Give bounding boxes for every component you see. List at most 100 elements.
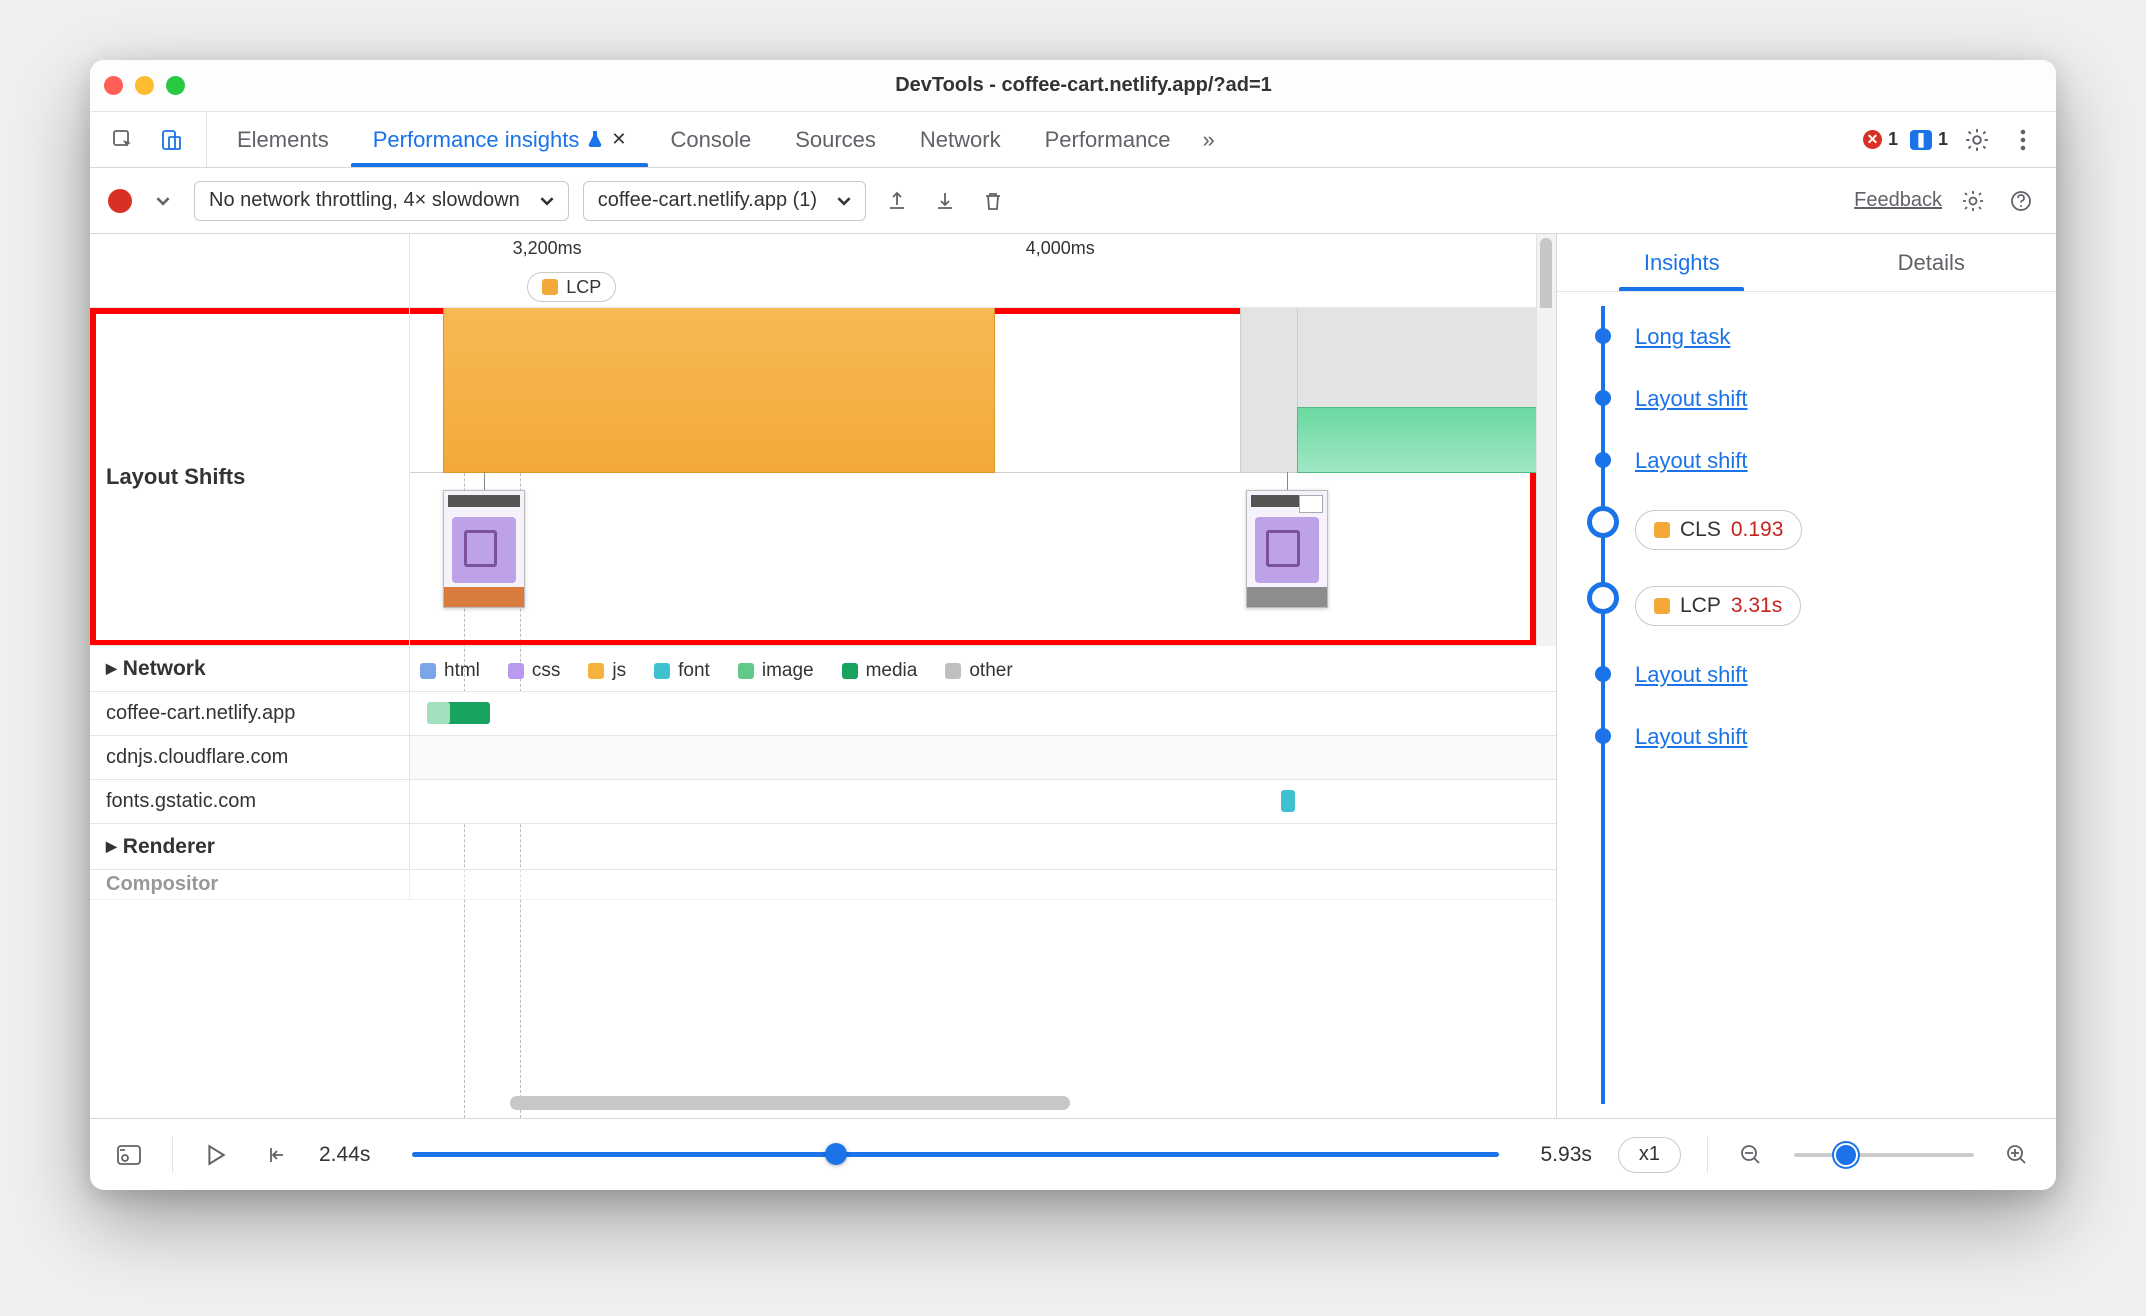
insight-long-task-link[interactable]: Long task — [1635, 324, 1730, 349]
insight-layout-shift-link[interactable]: Layout shift — [1635, 386, 1748, 411]
tab-network[interactable]: Network — [898, 112, 1023, 167]
lcp-marker-pill[interactable]: LCP — [527, 272, 616, 302]
playback-start-time: 2.44s — [319, 1143, 370, 1167]
layout-shift-thumbnail[interactable] — [443, 490, 525, 608]
throttling-label: No network throttling, 4× slowdown — [209, 189, 520, 212]
renderer-track-header[interactable]: ▶Renderer — [90, 824, 1556, 870]
record-button[interactable] — [108, 189, 132, 213]
close-tab-icon[interactable]: ✕ — [611, 129, 626, 150]
ruler-tick: 3,200ms — [513, 238, 582, 259]
jump-to-start-button[interactable] — [259, 1138, 293, 1172]
cls-value: 0.193 — [1731, 518, 1784, 542]
messages-badge[interactable]: ❚1 — [1910, 129, 1948, 150]
tab-performance[interactable]: Performance — [1023, 112, 1193, 167]
legend-media: media — [842, 660, 918, 682]
layout-shift-thumbnail[interactable] — [1246, 490, 1328, 608]
compositor-label: Compositor — [90, 870, 410, 899]
insights-toolbar: No network throttling, 4× slowdown coffe… — [90, 168, 2056, 234]
minimize-window-icon[interactable] — [135, 76, 154, 95]
legend-js: js — [588, 660, 626, 682]
flask-icon — [587, 127, 603, 153]
throttling-select[interactable]: No network throttling, 4× slowdown — [194, 181, 569, 221]
errors-badge[interactable]: ✕1 — [1863, 129, 1898, 150]
horizontal-scrollbar[interactable] — [430, 1096, 1536, 1114]
delete-icon[interactable] — [976, 184, 1010, 218]
legend-other: other — [945, 660, 1012, 682]
network-track-header[interactable]: ▶Network html css js font image media ot… — [90, 646, 1556, 692]
play-button[interactable] — [199, 1138, 233, 1172]
host-label: coffee-cart.netlify.app — [90, 692, 410, 735]
tab-details[interactable]: Details — [1807, 234, 2057, 291]
insight-cls-pill[interactable]: CLS 0.193 — [1635, 510, 1802, 550]
lcp-value: 3.31s — [1731, 594, 1782, 618]
traffic-lights — [104, 76, 185, 95]
time-ruler[interactable]: 3,200ms 4,000ms 4,800ms LCP — [90, 234, 1556, 308]
host-label: cdnjs.cloudflare.com — [90, 736, 410, 779]
recording-select[interactable]: coffee-cart.netlify.app (1) — [583, 181, 866, 221]
insights-sidebar: Insights Details Long task Layout shift … — [1556, 234, 2056, 1118]
settings-gear-icon[interactable] — [1960, 123, 1994, 157]
timeline-panel: 3,200ms 4,000ms 4,800ms LCP Layout Shift… — [90, 234, 1556, 1118]
network-request-bar[interactable] — [1281, 790, 1295, 812]
tab-sources[interactable]: Sources — [773, 112, 898, 167]
import-icon[interactable] — [928, 184, 962, 218]
network-request-bar[interactable] — [427, 702, 450, 724]
tablist: Elements Performance insights ✕ Console … — [215, 112, 1855, 167]
network-host-row[interactable]: cdnjs.cloudflare.com — [90, 736, 1556, 780]
chevron-down-icon — [540, 189, 554, 212]
tab-elements[interactable]: Elements — [215, 112, 351, 167]
tab-label: Performance insights — [373, 127, 580, 153]
lcp-label: LCP — [1680, 594, 1721, 618]
tab-performance-insights[interactable]: Performance insights ✕ — [351, 112, 649, 167]
ruler-tick: 4,000ms — [1026, 238, 1095, 259]
tracks-area: Layout Shifts — [90, 308, 1556, 1118]
zoom-slider[interactable] — [1794, 1153, 1974, 1157]
legend-html: html — [420, 660, 480, 682]
window-title: DevTools - coffee-cart.netlify.app/?ad=1 — [185, 74, 1982, 97]
lcp-swatch-icon — [542, 279, 558, 295]
track-label: Layout Shifts — [90, 308, 410, 645]
more-tabs-button[interactable]: » — [1193, 112, 1225, 167]
vertical-scrollbar[interactable] — [1536, 234, 1556, 308]
network-request-bar[interactable] — [444, 702, 490, 724]
screenshot-toggle-icon[interactable] — [112, 1138, 146, 1172]
insight-layout-shift-link[interactable]: Layout shift — [1635, 662, 1748, 687]
playback-speed-pill[interactable]: x1 — [1618, 1137, 1681, 1173]
vertical-scrollbar[interactable] — [1536, 308, 1556, 646]
close-window-icon[interactable] — [104, 76, 123, 95]
devtools-window: DevTools - coffee-cart.netlify.app/?ad=1… — [90, 60, 2056, 1190]
lcp-label: LCP — [566, 277, 601, 298]
tab-console[interactable]: Console — [648, 112, 773, 167]
network-host-row[interactable]: fonts.gstatic.com — [90, 780, 1556, 824]
help-icon[interactable] — [2004, 184, 2038, 218]
record-menu-caret[interactable] — [146, 184, 180, 218]
cls-label: CLS — [1680, 518, 1721, 542]
device-toolbar-icon[interactable] — [154, 123, 188, 157]
zoom-window-icon[interactable] — [166, 76, 185, 95]
export-icon[interactable] — [880, 184, 914, 218]
inspect-element-icon[interactable] — [106, 123, 140, 157]
insight-layout-shift-link[interactable]: Layout shift — [1635, 724, 1748, 749]
titlebar: DevTools - coffee-cart.netlify.app/?ad=1 — [90, 60, 2056, 112]
network-host-row[interactable]: coffee-cart.netlify.app — [90, 692, 1556, 736]
legend-font: font — [654, 660, 710, 682]
recording-label: coffee-cart.netlify.app (1) — [598, 189, 817, 212]
panel-tabstrip: Elements Performance insights ✕ Console … — [90, 112, 2056, 168]
zoom-out-icon[interactable] — [1734, 1138, 1768, 1172]
insight-layout-shift-link[interactable]: Layout shift — [1635, 448, 1748, 473]
feedback-link[interactable]: Feedback — [1854, 189, 1942, 211]
legend-image: image — [738, 660, 814, 682]
compositor-track-header[interactable]: Compositor — [90, 870, 1556, 900]
zoom-in-icon[interactable] — [2000, 1138, 2034, 1172]
insight-lcp-pill[interactable]: LCP 3.31s — [1635, 586, 1801, 626]
insights-list: Long task Layout shift Layout shift CLS … — [1557, 292, 2056, 1118]
panel-settings-gear-icon[interactable] — [1956, 184, 1990, 218]
kebab-menu-icon[interactable] — [2006, 123, 2040, 157]
playback-end-time: 5.93s — [1541, 1143, 1592, 1167]
renderer-label: Renderer — [123, 835, 215, 859]
tab-insights[interactable]: Insights — [1557, 234, 1807, 291]
lcp-swatch-icon — [1654, 598, 1670, 614]
layout-shifts-body[interactable] — [410, 308, 1556, 645]
time-slider[interactable] — [412, 1152, 1498, 1157]
legend-css: css — [508, 660, 561, 682]
